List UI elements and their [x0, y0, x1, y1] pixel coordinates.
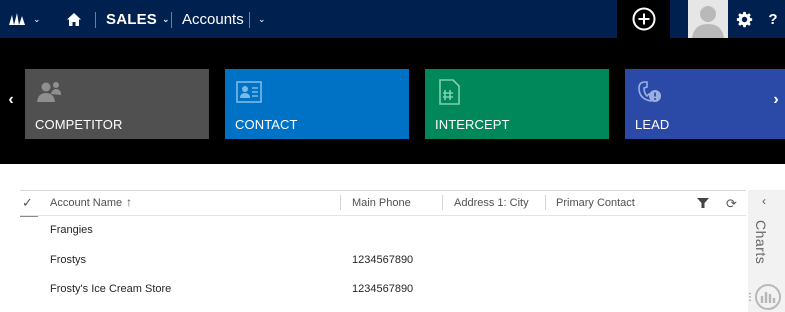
column-header-primary-contact[interactable]: Primary Contact	[556, 197, 635, 209]
area-menu[interactable]: SALES ⌄	[106, 0, 170, 38]
create-tiles-panel: ‹ COMPETITOR CONTACT INTERCEPT LEAD ›	[0, 38, 785, 164]
create-new-button[interactable]	[617, 0, 670, 38]
help-icon: ?	[768, 10, 778, 28]
tile-label: LEAD	[635, 117, 670, 132]
chevron-left-icon: ‹	[8, 91, 14, 108]
tile-competitor[interactable]: COMPETITOR	[25, 69, 209, 139]
entity-label: Accounts	[182, 10, 244, 28]
tile-lead[interactable]: LEAD	[625, 69, 785, 139]
intercept-icon	[439, 79, 460, 105]
chevron-down-icon: ⌄	[33, 13, 41, 24]
entity-breadcrumb[interactable]: Accounts	[182, 0, 244, 38]
area-label: SALES	[106, 10, 158, 28]
select-all-checkbox[interactable]: ✓	[22, 195, 33, 211]
column-header-city[interactable]: Address 1: City	[454, 197, 529, 209]
contact-icon	[236, 81, 262, 103]
gear-icon	[736, 11, 752, 27]
tile-contact[interactable]: CONTACT	[225, 69, 409, 139]
tile-label: COMPETITOR	[35, 117, 123, 132]
tile-label: CONTACT	[235, 117, 298, 132]
help-button[interactable]: ?	[763, 0, 783, 38]
lead-icon	[638, 81, 661, 102]
bar-chart-icon[interactable]	[753, 282, 783, 312]
tile-label: INTERCEPT	[435, 117, 510, 132]
dynamics-logo-icon	[9, 13, 25, 25]
sort-ascending-icon: ↑	[126, 195, 132, 209]
cell-account-name[interactable]: Frostys	[50, 254, 86, 266]
cell-main-phone: 1234567890	[352, 254, 414, 266]
column-divider[interactable]	[545, 195, 546, 210]
settings-button[interactable]	[734, 0, 754, 38]
home-button[interactable]	[62, 0, 86, 38]
grid-header: ✓ Account Name ↑ Main Phone Address 1: C…	[20, 191, 746, 217]
nav-divider	[171, 12, 172, 28]
chevron-down-icon: ⌄	[162, 13, 170, 24]
chevron-right-icon: ›	[773, 91, 779, 108]
plus-circle-icon	[632, 7, 655, 31]
column-divider[interactable]	[340, 195, 341, 210]
home-icon	[67, 12, 81, 26]
user-avatar[interactable]	[688, 0, 728, 38]
chevron-left-icon[interactable]: ‹	[762, 194, 766, 208]
table-row[interactable]: Frangies	[20, 216, 746, 245]
nav-divider	[249, 12, 250, 28]
tile-intercept[interactable]: INTERCEPT	[425, 69, 609, 139]
competitor-icon	[37, 82, 61, 102]
table-row[interactable]: Frostys 1234567890	[20, 246, 746, 275]
avatar-icon	[688, 0, 728, 38]
cell-main-phone: 1234567890	[352, 283, 414, 295]
app-logo-menu[interactable]: ⌄	[8, 0, 46, 38]
scroll-left-button[interactable]: ‹	[3, 91, 19, 108]
filter-icon[interactable]	[696, 197, 710, 209]
entity-menu-button[interactable]: ⌄	[253, 0, 266, 38]
resize-grip[interactable]: ⋮	[745, 293, 755, 303]
column-header-main-phone[interactable]: Main Phone	[352, 197, 411, 209]
cell-account-name[interactable]: Frangies	[50, 224, 93, 236]
cell-account-name[interactable]: Frosty's Ice Cream Store	[50, 283, 171, 295]
top-nav-bar: ⌄ SALES ⌄ Accounts ⌄ ?	[0, 0, 785, 38]
table-row[interactable]: Frosty's Ice Cream Store 1234567890	[20, 275, 746, 304]
refresh-icon[interactable]: ⟳	[726, 196, 737, 212]
column-header-account-name[interactable]: Account Name	[50, 197, 122, 209]
nav-divider	[95, 12, 96, 28]
column-divider[interactable]	[442, 195, 443, 210]
chevron-down-icon: ⌄	[258, 13, 266, 24]
scroll-right-button[interactable]: ›	[768, 91, 784, 108]
charts-label[interactable]: Charts	[753, 220, 769, 264]
